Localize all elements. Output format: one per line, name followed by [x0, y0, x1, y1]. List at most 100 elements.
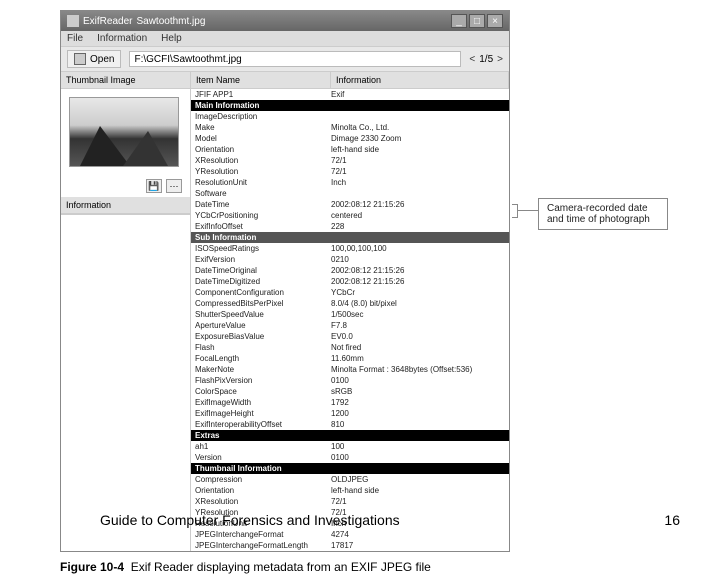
main-row[interactable]: ModelDimage 2330 Zoom — [191, 133, 509, 144]
row-value: left-hand side — [331, 485, 505, 496]
main-row[interactable]: XResolution72/1 — [191, 155, 509, 166]
row-value — [331, 111, 505, 122]
row-value: Dimage 2330 Zoom — [331, 133, 505, 144]
sub-row[interactable]: ExifImageHeight1200 — [191, 408, 509, 419]
row-key: Flash — [195, 342, 331, 353]
row-value: Not fired — [331, 342, 505, 353]
row-value: EV0.0 — [331, 331, 505, 342]
row-value: 1/500sec — [331, 309, 505, 320]
row-key: FlashPixVersion — [195, 375, 331, 386]
row-value: 1200 — [331, 408, 505, 419]
main-row[interactable]: ImageDescription — [191, 111, 509, 122]
main-row[interactable]: YCbCrPositioningcentered — [191, 210, 509, 221]
row-value: 17817 — [331, 540, 505, 551]
row-key: DateTime — [195, 199, 331, 210]
row-key: ResolutionUnit — [195, 177, 331, 188]
prev-button[interactable]: < — [469, 54, 475, 65]
save-thumbnail-button[interactable]: 💾 — [146, 179, 162, 193]
row-value: 72/1 — [331, 155, 505, 166]
sub-row[interactable]: FlashNot fired — [191, 342, 509, 353]
main-row[interactable]: Software — [191, 188, 509, 199]
row-key: Compression — [195, 474, 331, 485]
thumb-row[interactable]: XResolution72/1 — [191, 496, 509, 507]
app-window: ExifReader Sawtoothmt.jpg _ □ × File Inf… — [60, 10, 510, 552]
sub-row[interactable]: MakerNoteMinolta Format : 3648bytes (Off… — [191, 364, 509, 375]
menu-file[interactable]: File — [67, 33, 83, 44]
sub-row[interactable]: ISOSpeedRatings100,00,100,100 — [191, 243, 509, 254]
minimize-button[interactable]: _ — [451, 14, 467, 28]
extras-row[interactable]: Version0100 — [191, 452, 509, 463]
thumb-row[interactable]: JPEGInterchangeFormatLength17817 — [191, 540, 509, 551]
row-key: DateTimeDigitized — [195, 276, 331, 287]
row-key: ExposureBiasValue — [195, 331, 331, 342]
row-value: 228 — [331, 221, 505, 232]
row-value: 11.60mm — [331, 353, 505, 364]
row-value: 810 — [331, 419, 505, 430]
row-value: 4274 — [331, 529, 505, 540]
row-key: XResolution — [195, 496, 331, 507]
sub-row[interactable]: ExposureBiasValueEV0.0 — [191, 331, 509, 342]
row-key: YCbCrPositioning — [195, 210, 331, 221]
thumbnail-detail-button[interactable]: ⋯ — [166, 179, 182, 193]
thumbnail-header: Thumbnail Image — [61, 72, 190, 89]
sub-row[interactable]: CompressedBitsPerPixel8.0/4 (8.0) bit/pi… — [191, 298, 509, 309]
sub-row[interactable]: ShutterSpeedValue1/500sec — [191, 309, 509, 320]
row-key: ExifInteroperabilityOffset — [195, 419, 331, 430]
main-row[interactable]: YResolution72/1 — [191, 166, 509, 177]
row-value: centered — [331, 210, 505, 221]
row-value: 100 — [331, 441, 505, 452]
row-value: YCbCr — [331, 287, 505, 298]
row-key: XResolution — [195, 155, 331, 166]
title-file: Sawtoothmt.jpg — [136, 16, 205, 27]
row-value: Inch — [331, 177, 505, 188]
row-key: ExifImageWidth — [195, 397, 331, 408]
titlebar: ExifReader Sawtoothmt.jpg _ □ × — [61, 11, 509, 31]
extras-row[interactable]: ah1100 — [191, 441, 509, 452]
main-row[interactable]: ExifInfoOffset228 — [191, 221, 509, 232]
title-app: ExifReader — [83, 16, 132, 27]
row-key: JPEGInterchangeFormatLength — [195, 540, 331, 551]
sub-row[interactable]: ColorSpacesRGB — [191, 386, 509, 397]
row-value: left-hand side — [331, 144, 505, 155]
main-row[interactable]: ResolutionUnitInch — [191, 177, 509, 188]
row-value: 8.0/4 (8.0) bit/pixel — [331, 298, 505, 309]
row-key: ExifInfoOffset — [195, 221, 331, 232]
path-field[interactable]: F:\GCFI\Sawtoothmt.jpg — [129, 51, 461, 67]
sub-row[interactable]: DateTimeOriginal2002:08:12 21:15:26 — [191, 265, 509, 276]
sub-row[interactable]: ExifImageWidth1792 — [191, 397, 509, 408]
information-header: Information — [61, 197, 190, 214]
figure-text: Exif Reader displaying metadata from an … — [131, 560, 431, 574]
page-number: 16 — [664, 512, 680, 528]
row-key: ImageDescription — [195, 111, 331, 122]
thumb-row[interactable]: JPEGInterchangeFormat4274 — [191, 529, 509, 540]
row-value: 72/1 — [331, 496, 505, 507]
sub-row[interactable]: ComponentConfigurationYCbCr — [191, 287, 509, 298]
close-button[interactable]: × — [487, 14, 503, 28]
open-button[interactable]: Open — [67, 50, 121, 68]
row-key: Orientation — [195, 144, 331, 155]
sub-row[interactable]: ExifVersion0210 — [191, 254, 509, 265]
menu-information[interactable]: Information — [97, 33, 147, 44]
sub-row[interactable]: DateTimeDigitized2002:08:12 21:15:26 — [191, 276, 509, 287]
thumb-row[interactable]: CompressionOLDJPEG — [191, 474, 509, 485]
section-main: Main Information — [191, 100, 509, 111]
row-key: Model — [195, 133, 331, 144]
row-key: ExifImageHeight — [195, 408, 331, 419]
main-row[interactable]: Orientationleft-hand side — [191, 144, 509, 155]
thumb-row[interactable]: Orientationleft-hand side — [191, 485, 509, 496]
column-information[interactable]: Information — [331, 72, 509, 88]
sub-row[interactable]: FocalLength11.60mm — [191, 353, 509, 364]
maximize-button[interactable]: □ — [469, 14, 485, 28]
thumbnail-image — [69, 97, 179, 167]
sub-row[interactable]: ExifInteroperabilityOffset810 — [191, 419, 509, 430]
column-item-name[interactable]: Item Name — [191, 72, 331, 88]
main-row[interactable]: DateTime2002:08:12 21:15:26 — [191, 199, 509, 210]
menu-help[interactable]: Help — [161, 33, 182, 44]
main-row[interactable]: MakeMinolta Co., Ltd. — [191, 122, 509, 133]
row-value: 0210 — [331, 254, 505, 265]
sub-row[interactable]: ApertureValueF7.8 — [191, 320, 509, 331]
section-sub: Sub Information — [191, 232, 509, 243]
left-panel: Thumbnail Image 💾 ⋯ Information — [61, 72, 191, 551]
sub-row[interactable]: FlashPixVersion0100 — [191, 375, 509, 386]
next-button[interactable]: > — [497, 54, 503, 65]
